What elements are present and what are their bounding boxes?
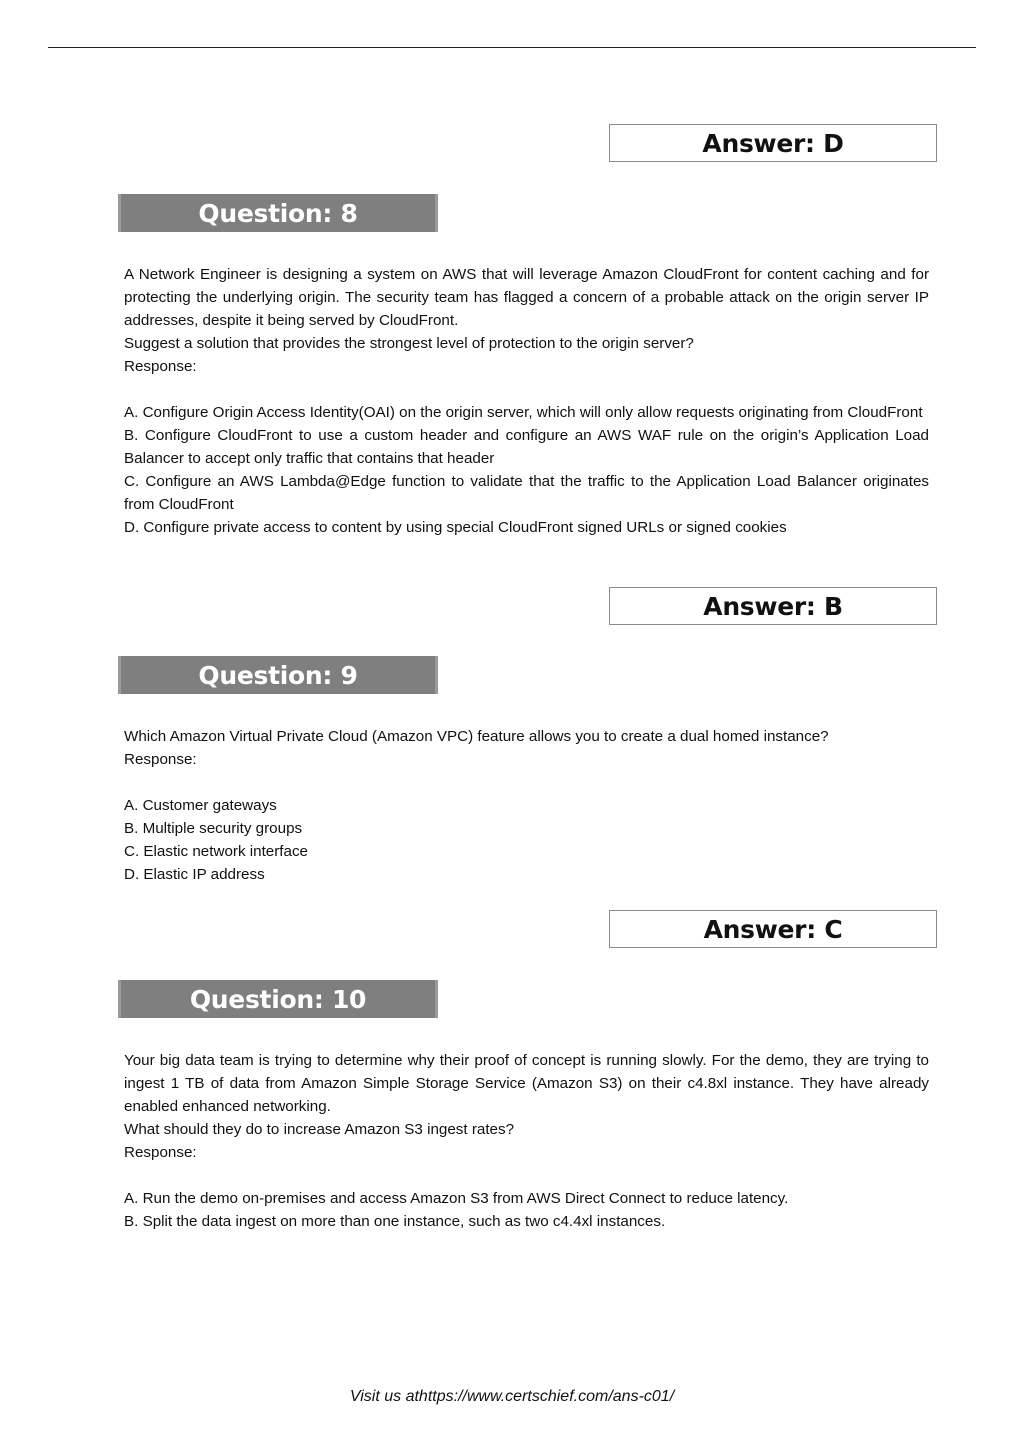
option-d: D. Configure private access to content b… bbox=[124, 519, 787, 536]
question-banner-10: Question: 10 bbox=[118, 980, 438, 1018]
option-b: B. Split the data ingest on more than on… bbox=[124, 1213, 666, 1230]
answer-box-q7: Answer: D bbox=[609, 124, 937, 162]
answer-label: Answer: B bbox=[703, 591, 843, 621]
response-label: Response: bbox=[124, 1144, 197, 1161]
question-body-9: Which Amazon Virtual Private Cloud (Amaz… bbox=[124, 725, 929, 886]
answer-label: Answer: C bbox=[703, 914, 843, 944]
question-stem: Which Amazon Virtual Private Cloud (Amaz… bbox=[124, 728, 829, 745]
response-label: Response: bbox=[124, 358, 197, 375]
option-a: A. Configure Origin Access Identity(OAI)… bbox=[124, 404, 923, 421]
question-prompt: Suggest a solution that provides the str… bbox=[124, 335, 694, 352]
answer-box-q9: Answer: C bbox=[609, 910, 937, 948]
question-banner-9: Question: 9 bbox=[118, 656, 438, 694]
question-title: Question: 8 bbox=[198, 198, 358, 228]
option-b: B. Multiple security groups bbox=[124, 820, 303, 837]
question-stem: Your big data team is trying to determin… bbox=[124, 1052, 929, 1115]
header-rule bbox=[48, 47, 976, 48]
option-c: C. Elastic network interface bbox=[124, 843, 309, 860]
question-title: Question: 9 bbox=[198, 660, 358, 690]
answer-box-q8: Answer: B bbox=[609, 587, 937, 625]
question-body-10: Your big data team is trying to determin… bbox=[124, 1049, 929, 1233]
answer-label: Answer: D bbox=[702, 128, 844, 158]
option-c: C. Configure an AWS Lambda@Edge function… bbox=[124, 473, 929, 513]
response-label: Response: bbox=[124, 751, 197, 768]
question-body-8: A Network Engineer is designing a system… bbox=[124, 263, 929, 539]
option-b: B. Configure CloudFront to use a custom … bbox=[124, 427, 929, 467]
option-a: A. Run the demo on-premises and access A… bbox=[124, 1190, 789, 1207]
footer-link[interactable]: Visit us athttps://www.certschief.com/an… bbox=[0, 1388, 1024, 1406]
option-a: A. Customer gateways bbox=[124, 797, 277, 814]
option-d: D. Elastic IP address bbox=[124, 866, 265, 883]
question-stem: A Network Engineer is designing a system… bbox=[124, 266, 929, 329]
question-title: Question: 10 bbox=[189, 984, 367, 1014]
question-prompt: What should they do to increase Amazon S… bbox=[124, 1121, 515, 1138]
question-banner-8: Question: 8 bbox=[118, 194, 438, 232]
